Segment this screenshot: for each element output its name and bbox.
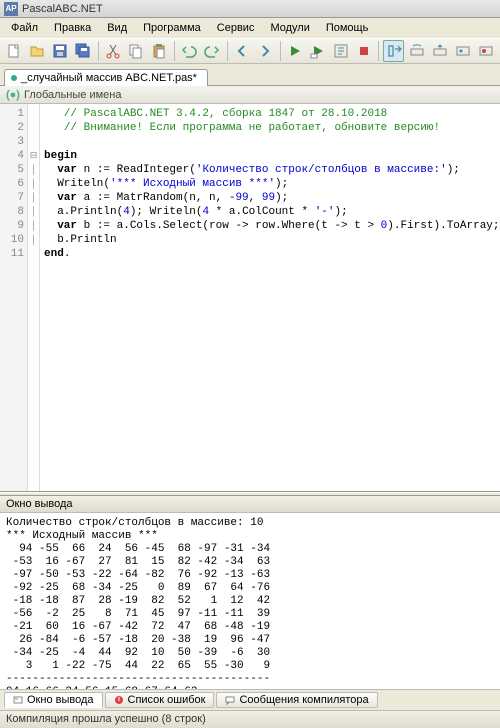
bottom-tab-label: Окно вывода — [27, 694, 94, 706]
toolbar-separator — [227, 41, 228, 61]
toolbar-separator — [98, 41, 99, 61]
menu-view[interactable]: Вид — [100, 20, 134, 36]
undo-button[interactable] — [179, 40, 200, 62]
breakpoint-button[interactable] — [475, 40, 496, 62]
nav-forward-button[interactable] — [255, 40, 276, 62]
bottom-tab-bar: Окно вывода Список ошибок Сообщения комп… — [0, 689, 500, 710]
menu-edit[interactable]: Правка — [47, 20, 98, 36]
menu-service[interactable]: Сервис — [210, 20, 262, 36]
copy-button[interactable] — [126, 40, 147, 62]
modified-dot-icon — [11, 75, 17, 81]
status-bar: Компиляция прошла успешно (8 строк) — [0, 710, 500, 728]
toolbar-separator — [378, 41, 379, 61]
menu-program[interactable]: Программа — [136, 20, 208, 36]
globe-icon: (●) — [6, 89, 20, 101]
stop-button[interactable] — [353, 40, 374, 62]
document-tab-label: _случайный массив ABC.NET.pas* — [21, 72, 197, 84]
run-button[interactable] — [284, 40, 305, 62]
document-tab-bar: _случайный массив ABC.NET.pas* — [0, 64, 500, 86]
watch-button[interactable] — [452, 40, 473, 62]
step-out-button[interactable] — [429, 40, 450, 62]
code-editor[interactable]: 1234567891011 ⊟││││││ // PascalABC.NET 3… — [0, 104, 500, 492]
run-io-button[interactable] — [307, 40, 328, 62]
output-icon — [13, 695, 23, 705]
bottom-tab-label: Сообщения компилятора — [239, 694, 368, 706]
save-button[interactable] — [50, 40, 71, 62]
step-over-button[interactable] — [406, 40, 427, 62]
status-text: Компиляция прошла успешно (8 строк) — [6, 713, 206, 725]
step-into-button[interactable] — [383, 40, 404, 62]
output-panel-title: Окно вывода — [0, 496, 500, 513]
code-area[interactable]: // PascalABC.NET 3.4.2, сборка 1847 от 2… — [40, 104, 500, 491]
window-title: PascalABC.NET — [22, 3, 103, 15]
line-number-gutter: 1234567891011 — [0, 104, 28, 491]
open-file-button[interactable] — [27, 40, 48, 62]
nav-back-button[interactable] — [232, 40, 253, 62]
error-icon — [114, 695, 124, 705]
bottom-tab-errors[interactable]: Список ошибок — [105, 692, 215, 708]
document-tab[interactable]: _случайный массив ABC.NET.pas* — [4, 69, 208, 86]
app-icon: AP — [4, 2, 18, 16]
menu-bar: Файл Правка Вид Программа Сервис Модули … — [0, 18, 500, 38]
bottom-tab-output[interactable]: Окно вывода — [4, 692, 103, 708]
toolbar-separator — [174, 41, 175, 61]
menu-file[interactable]: Файл — [4, 20, 45, 36]
save-all-button[interactable] — [73, 40, 94, 62]
fold-gutter[interactable]: ⊟││││││ — [28, 104, 40, 491]
title-bar: AP PascalABC.NET — [0, 0, 500, 18]
menu-help[interactable]: Помощь — [319, 20, 376, 36]
cut-button[interactable] — [103, 40, 124, 62]
globals-bar[interactable]: (●) Глобальные имена — [0, 86, 500, 104]
new-file-button[interactable] — [4, 40, 25, 62]
menu-modules[interactable]: Модули — [263, 20, 316, 36]
paste-button[interactable] — [149, 40, 170, 62]
message-icon — [225, 695, 235, 705]
toolbar — [0, 38, 500, 64]
redo-button[interactable] — [202, 40, 223, 62]
toolbar-separator — [280, 41, 281, 61]
globals-label: Глобальные имена — [24, 89, 122, 101]
output-panel[interactable]: Количество строк/столбцов в массиве: 10 … — [0, 513, 500, 689]
compile-button[interactable] — [330, 40, 351, 62]
bottom-tab-compiler[interactable]: Сообщения компилятора — [216, 692, 377, 708]
bottom-tab-label: Список ошибок — [128, 694, 206, 706]
